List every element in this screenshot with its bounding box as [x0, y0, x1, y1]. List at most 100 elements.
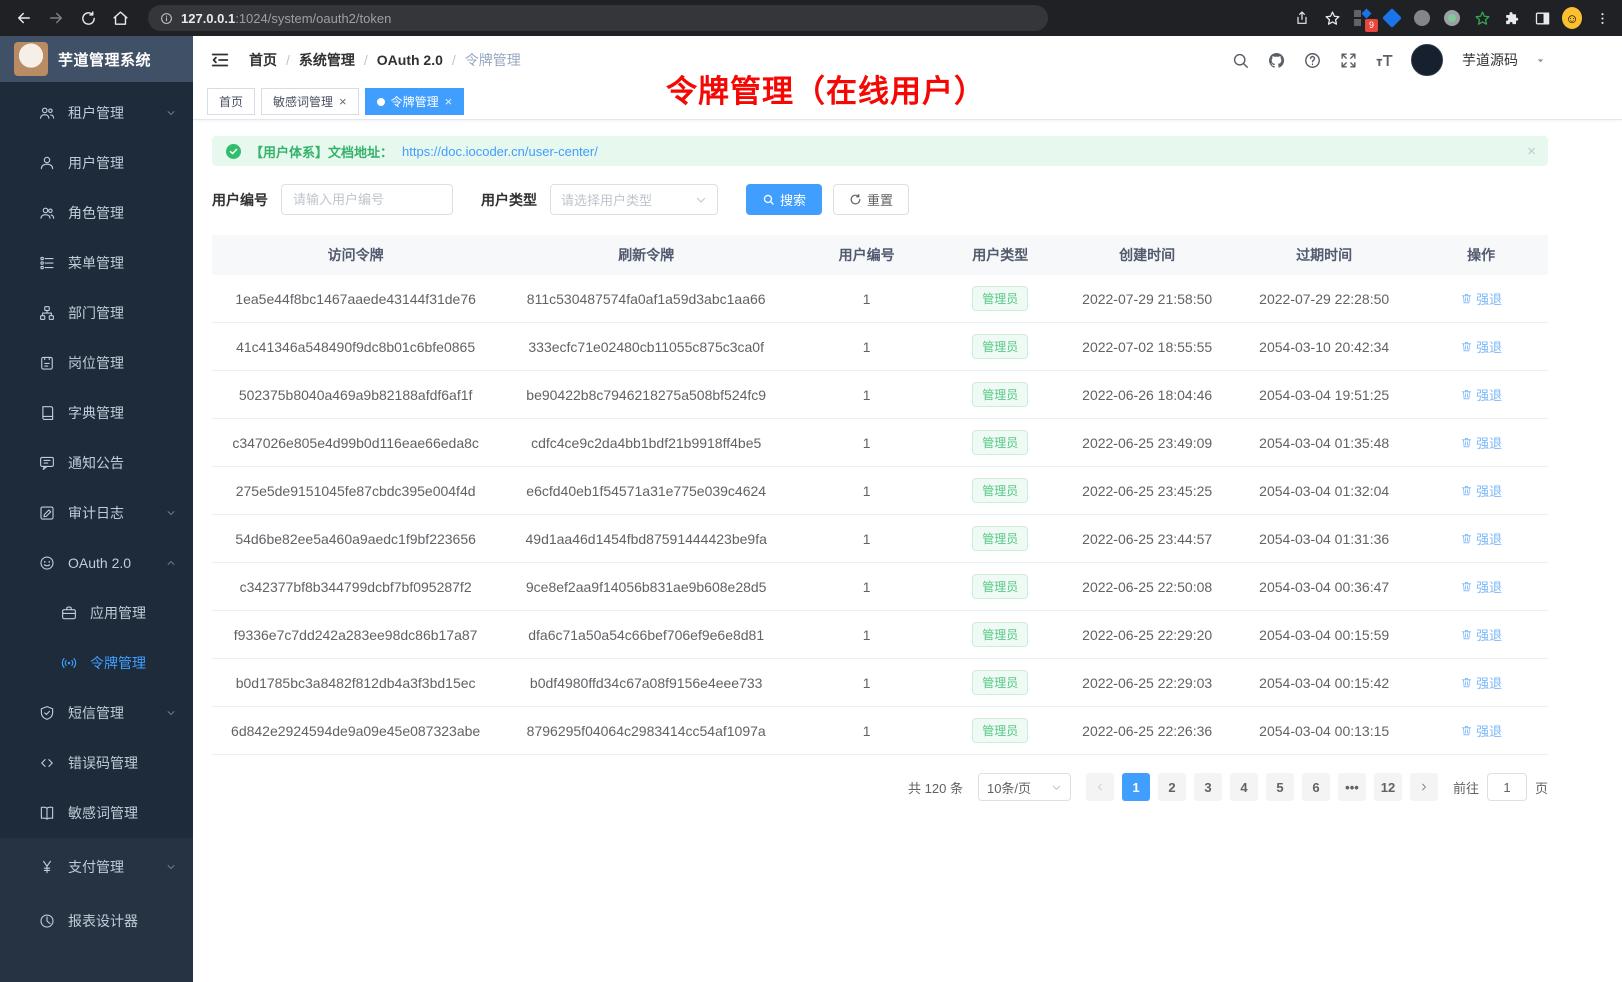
user-avatar[interactable] — [1411, 44, 1443, 76]
sidebar-item-role[interactable]: 角色管理 — [0, 188, 193, 238]
force-logout-button[interactable]: 强退 — [1460, 433, 1502, 452]
action-cell: 强退 — [1414, 289, 1548, 308]
force-logout-button[interactable]: 强退 — [1460, 289, 1502, 308]
sidebar-item-oauth2[interactable]: OAuth 2.0 — [0, 538, 193, 588]
expire-time-cell: 2054-03-04 00:36:47 — [1234, 579, 1414, 595]
search-button[interactable]: 搜索 — [746, 184, 822, 215]
sidebar-item-sms[interactable]: 短信管理 — [0, 688, 193, 738]
collapse-sidebar-icon[interactable] — [209, 49, 231, 71]
browser-menu-icon[interactable] — [1592, 8, 1612, 28]
tab-token[interactable]: 令牌管理× — [365, 88, 465, 115]
sidebar-item-pay[interactable]: 支付管理 — [0, 840, 193, 894]
user-id-input[interactable] — [281, 184, 453, 215]
page-button-5[interactable]: 5 — [1266, 773, 1294, 801]
sidebar-item-menu[interactable]: 菜单管理 — [0, 238, 193, 288]
circle-extension-icon[interactable] — [1412, 8, 1432, 28]
force-logout-button[interactable]: 强退 — [1460, 673, 1502, 692]
share-icon[interactable] — [1292, 8, 1312, 28]
alert-close-icon[interactable] — [1527, 143, 1536, 160]
next-page-button[interactable] — [1410, 773, 1438, 801]
side-panel-icon[interactable] — [1532, 8, 1552, 28]
sidebar-item-label: 通知公告 — [68, 453, 124, 473]
table-row: c342377bf8b344799dcbf7bf095287f29ce8ef2a… — [212, 563, 1548, 611]
breadcrumb-home[interactable]: 首页 — [249, 50, 290, 70]
search-button-label: 搜索 — [780, 190, 806, 209]
page-button-4[interactable]: 4 — [1230, 773, 1258, 801]
browser-reload-button[interactable] — [74, 4, 102, 32]
force-logout-button[interactable]: 强退 — [1460, 577, 1502, 596]
page-button-6[interactable]: 6 — [1302, 773, 1330, 801]
sidebar-item-error-code[interactable]: 错误码管理 — [0, 738, 193, 788]
sidebar-item-user[interactable]: 用户管理 — [0, 138, 193, 188]
browser-home-button[interactable] — [106, 4, 134, 32]
reset-button[interactable]: 重置 — [833, 184, 909, 215]
dept-icon — [38, 304, 56, 322]
column-header: 用户编号 — [793, 245, 940, 265]
browser-forward-button[interactable] — [42, 4, 70, 32]
action-cell: 强退 — [1414, 385, 1548, 404]
force-logout-button[interactable]: 强退 — [1460, 337, 1502, 356]
github-icon[interactable] — [1267, 51, 1286, 70]
sidebar-item-notice[interactable]: 通知公告 — [0, 438, 193, 488]
refresh-token-cell: 9ce8ef2aa9f14056b831ae9b608e28d5 — [499, 579, 793, 595]
tab-close-icon[interactable]: × — [445, 95, 453, 108]
user-id-cell: 1 — [793, 627, 940, 643]
page-button-12[interactable]: 12 — [1374, 773, 1402, 801]
action-cell: 强退 — [1414, 337, 1548, 356]
sidebar-item-dept[interactable]: 部门管理 — [0, 288, 193, 338]
breadcrumb-system[interactable]: 系统管理 — [299, 50, 368, 70]
app-logo[interactable]: 芋道管理系统 — [0, 36, 193, 82]
star-extension-icon[interactable] — [1472, 8, 1492, 28]
chevron-down-icon — [165, 507, 177, 519]
breadcrumb-oauth2[interactable]: OAuth 2.0 — [377, 52, 456, 68]
address-bar[interactable]: 127.0.0.1:1024/system/oauth2/token — [148, 5, 1048, 31]
trash-icon — [1460, 676, 1473, 689]
page-button-3[interactable]: 3 — [1194, 773, 1222, 801]
user-type-select[interactable]: 请选择用户类型 — [550, 184, 718, 215]
force-logout-button[interactable]: 强退 — [1460, 529, 1502, 548]
action-cell: 强退 — [1414, 673, 1548, 692]
force-logout-button[interactable]: 强退 — [1460, 721, 1502, 740]
browser-back-button[interactable] — [10, 4, 38, 32]
site-info-icon[interactable] — [160, 12, 173, 25]
user-id-cell: 1 — [793, 339, 940, 355]
puzzle-extension-icon[interactable] — [1502, 8, 1522, 28]
sidebar-item-dict[interactable]: 字典管理 — [0, 388, 193, 438]
sidebar-item-sensitive-word[interactable]: 敏感词管理 — [0, 788, 193, 838]
font-size-icon[interactable] — [1375, 51, 1394, 70]
record-extension-icon[interactable] — [1442, 8, 1462, 28]
sidebar-item-report-designer[interactable]: 报表设计器 — [0, 894, 193, 948]
sidebar-item-tenant[interactable]: 租户管理 — [0, 88, 193, 138]
extension-squares-icon[interactable]: 9 — [1352, 8, 1372, 28]
sidebar-item-post[interactable]: 岗位管理 — [0, 338, 193, 388]
page-button-2[interactable]: 2 — [1158, 773, 1186, 801]
sidebar-item-oauth2-token[interactable]: 令牌管理 — [0, 638, 193, 688]
force-logout-button[interactable]: 强退 — [1460, 625, 1502, 644]
bookmark-star-icon[interactable] — [1322, 8, 1342, 28]
search-icon[interactable] — [1231, 51, 1250, 70]
goto-page-input[interactable] — [1487, 773, 1527, 801]
gem-extension-icon[interactable] — [1382, 8, 1402, 28]
page-size-select[interactable]: 10条/页 — [978, 773, 1071, 801]
reset-button-label: 重置 — [867, 190, 893, 209]
tab-sensitive-words[interactable]: 敏感词管理× — [261, 88, 359, 115]
more-pages-button[interactable]: ••• — [1338, 773, 1366, 801]
trash-icon — [1460, 580, 1473, 593]
profile-avatar[interactable]: ☺ — [1562, 8, 1582, 28]
help-icon[interactable] — [1303, 51, 1322, 70]
sidebar-item-audit-log[interactable]: 审计日志 — [0, 488, 193, 538]
force-logout-label: 强退 — [1476, 481, 1502, 500]
tab-close-icon[interactable]: × — [339, 95, 347, 108]
user-menu-caret-icon[interactable] — [1535, 55, 1546, 66]
user-name[interactable]: 芋道源码 — [1462, 50, 1518, 70]
doc-link[interactable]: https://doc.iocoder.cn/user-center/ — [402, 144, 598, 159]
tab-home[interactable]: 首页 — [207, 88, 255, 115]
chevron-up-icon — [165, 557, 177, 569]
page-button-1[interactable]: 1 — [1122, 773, 1150, 801]
prev-page-button[interactable] — [1086, 773, 1114, 801]
table-row: f9336e7c7dd242a283ee98dc86b17a87dfa6c71a… — [212, 611, 1548, 659]
fullscreen-icon[interactable] — [1339, 51, 1358, 70]
force-logout-button[interactable]: 强退 — [1460, 385, 1502, 404]
sidebar-item-oauth2-app[interactable]: 应用管理 — [0, 588, 193, 638]
force-logout-button[interactable]: 强退 — [1460, 481, 1502, 500]
